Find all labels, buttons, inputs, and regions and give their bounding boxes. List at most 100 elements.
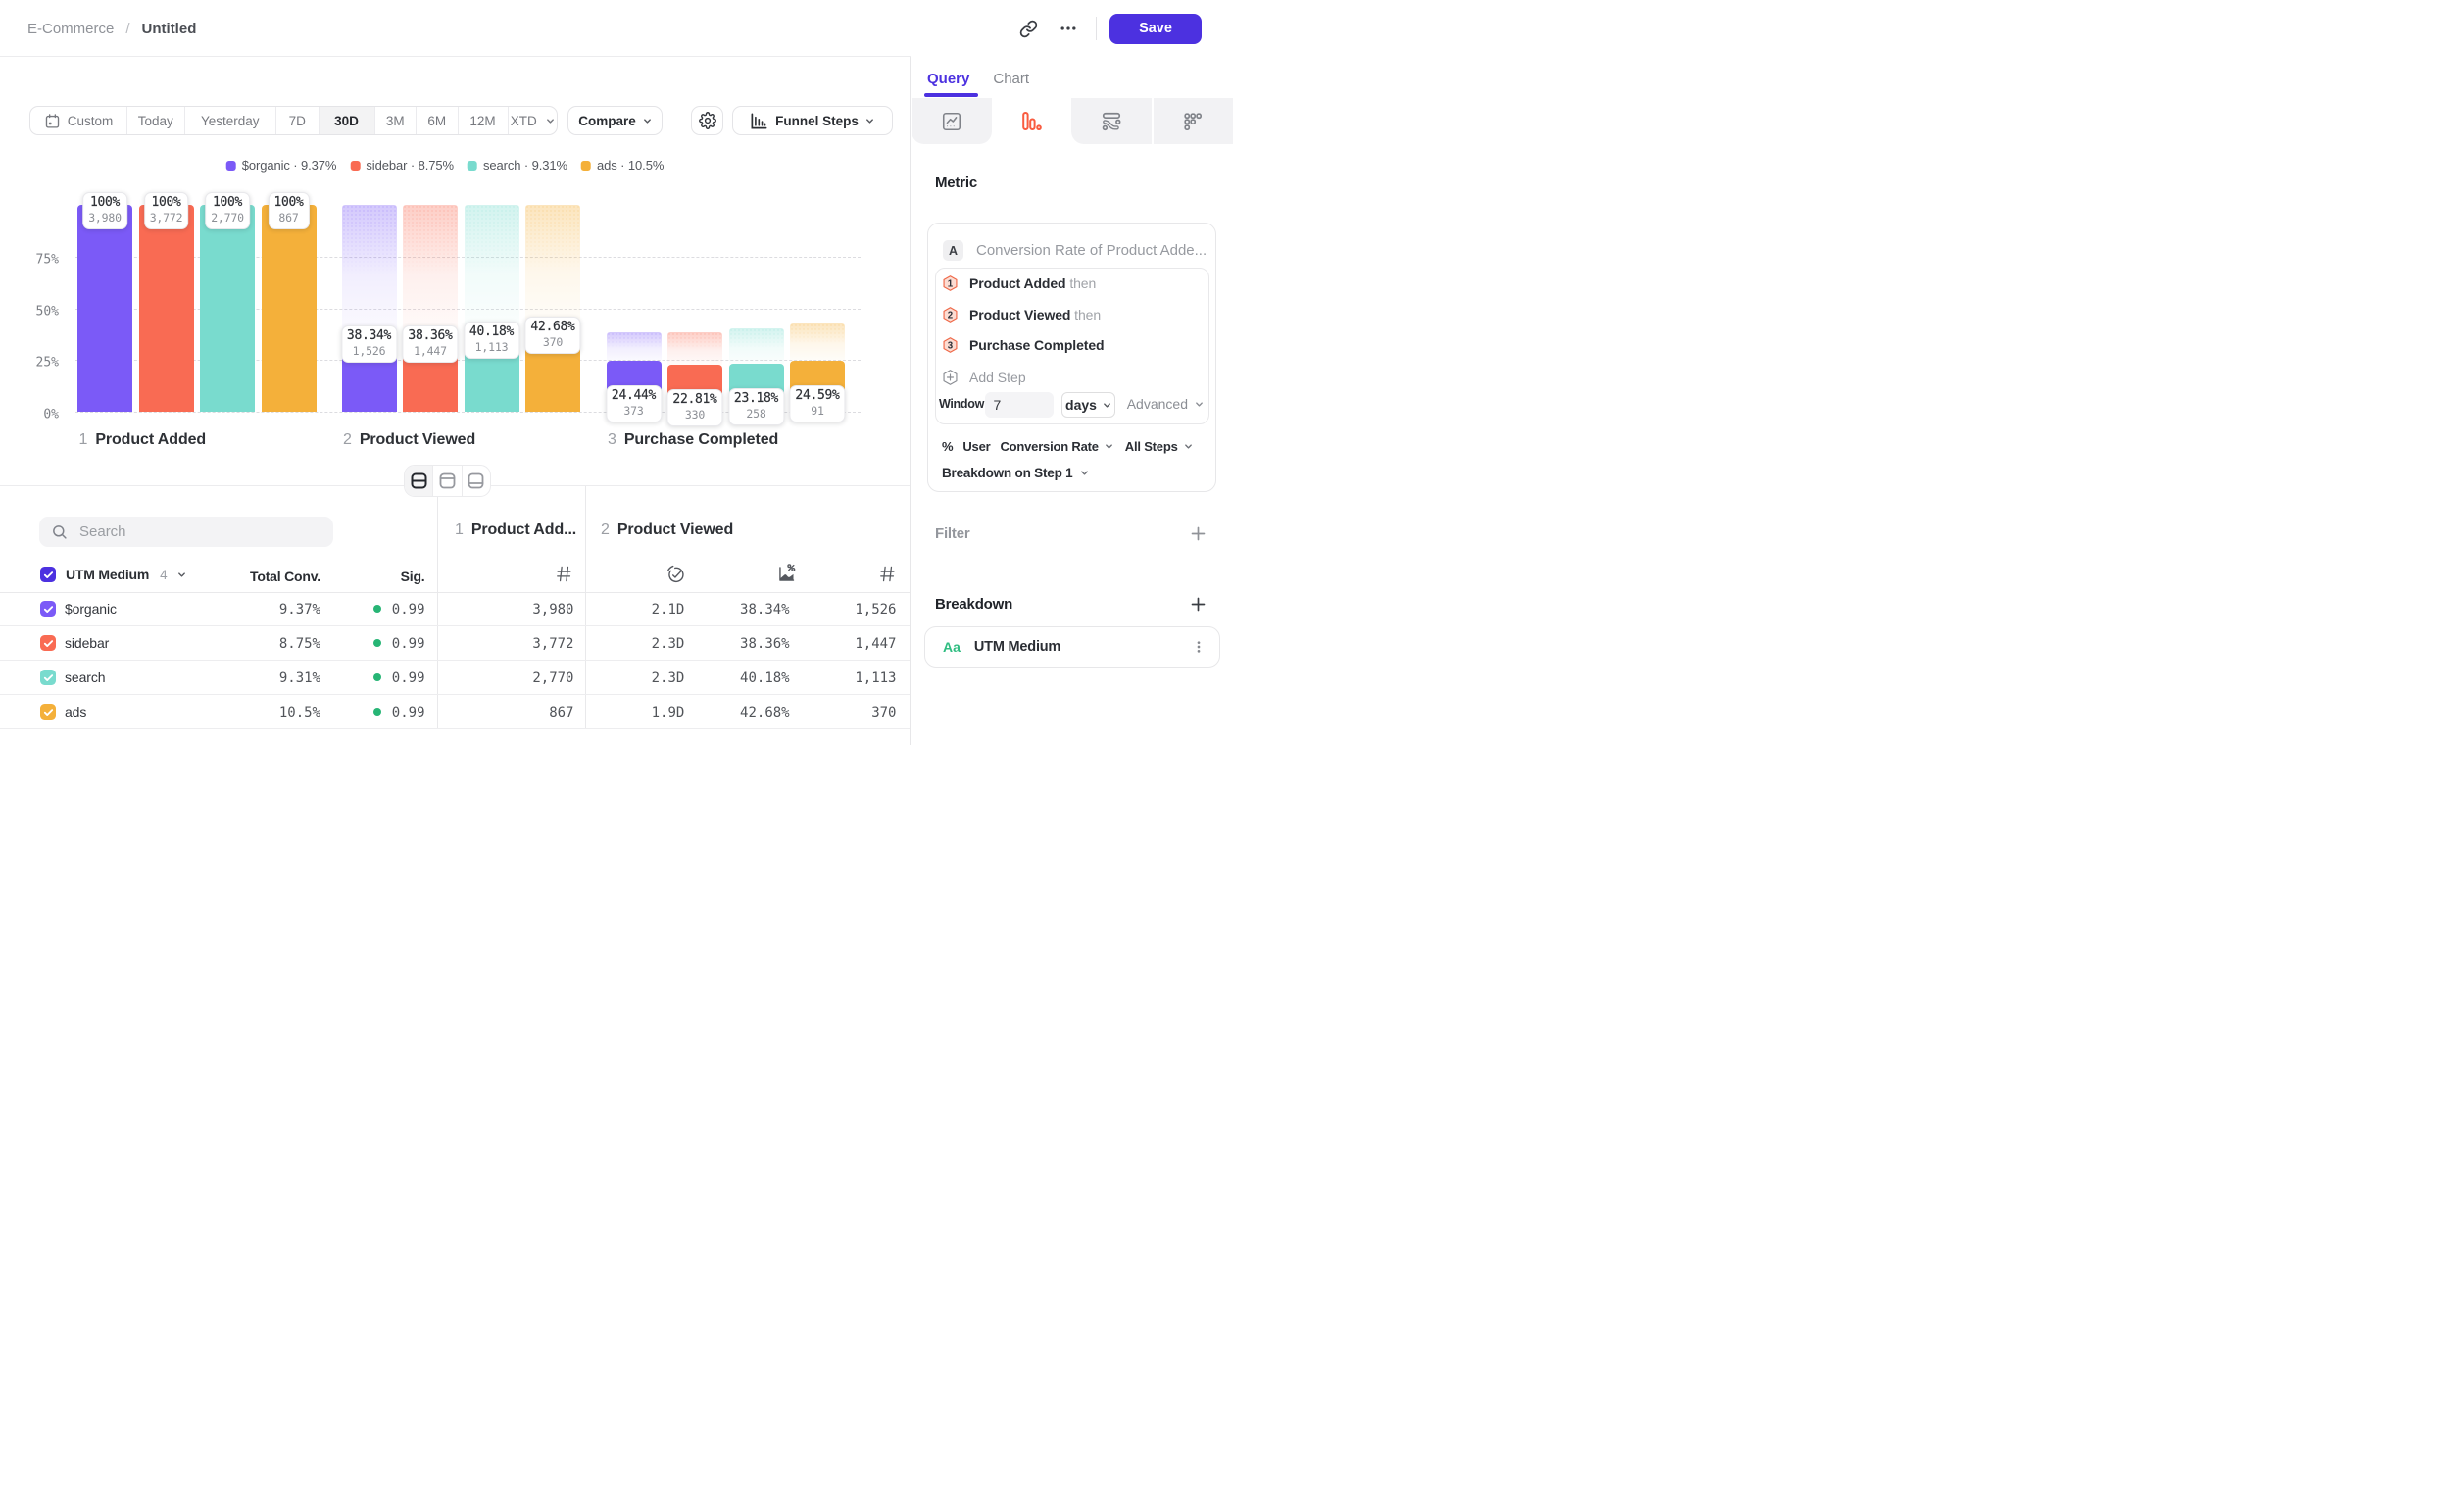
dropoff-bar[interactable] xyxy=(403,205,458,332)
tab-retention[interactable] xyxy=(1152,98,1234,144)
cell-step1-count: 3,772 xyxy=(532,636,573,652)
dropoff-texture xyxy=(790,323,845,344)
copy-link-button[interactable] xyxy=(1013,14,1043,43)
more-menu-button[interactable] xyxy=(1054,14,1083,43)
select-all-checkbox[interactable] xyxy=(40,567,56,582)
measure-row: % User Conversion Rate All Steps xyxy=(942,439,1193,454)
breakdown-on-step-row[interactable]: Breakdown on Step 1 xyxy=(942,466,1089,480)
funnel-bar-ads-step1[interactable] xyxy=(262,205,317,412)
cell-step2-count: 370 xyxy=(871,705,896,720)
cell-sig: 0.99 xyxy=(373,636,425,652)
bar-pct-label: 24.44% xyxy=(612,388,656,404)
dropoff-bar[interactable] xyxy=(525,205,580,323)
count-column-icon[interactable] xyxy=(878,565,897,583)
report-canvas: CustomTodayYesterday7D30D3M6M12MXTD Comp… xyxy=(0,57,910,745)
chevron-down-icon[interactable] xyxy=(177,571,186,579)
add-step-button[interactable]: Add Step xyxy=(943,370,1026,385)
count-column-icon[interactable] xyxy=(555,565,573,583)
tab-funnels[interactable] xyxy=(992,98,1072,144)
funnel-bar-$organic-step1[interactable] xyxy=(77,205,132,412)
measure-type[interactable]: % xyxy=(942,439,953,454)
tab-insights[interactable] xyxy=(912,98,992,144)
metric-title-row[interactable]: A Conversion Rate of Product Adde... xyxy=(943,240,1207,261)
total-conv-header[interactable]: Total Conv. xyxy=(250,569,320,584)
query-step-3[interactable]: 3Purchase Completed xyxy=(943,337,1104,353)
cell-total-conv: 8.75% xyxy=(279,636,320,652)
breakdown-property-card[interactable]: Aa UTM Medium xyxy=(924,626,1220,668)
legend-item[interactable]: search · 9.31% xyxy=(468,158,567,173)
row-checkbox[interactable] xyxy=(40,670,56,685)
measure-metric-dropdown[interactable]: Conversion Rate xyxy=(1000,439,1098,454)
breakdown-property-name: UTM Medium xyxy=(974,639,1060,655)
legend-item[interactable]: $organic · 9.37% xyxy=(226,158,337,173)
step-name[interactable]: Purchase Completed xyxy=(624,431,778,449)
conversion-window-row: Window 7 days Advanced xyxy=(939,392,1204,418)
row-checkbox[interactable] xyxy=(40,601,56,617)
y-axis-tick: 25% xyxy=(0,356,59,371)
avg-time-column-icon[interactable] xyxy=(665,564,686,584)
table-row-ads[interactable]: ads10.5%0.998671.9D42.68%370 xyxy=(0,695,910,729)
conv-rate-column-icon[interactable] xyxy=(776,564,797,584)
bar-pct-label: 23.18% xyxy=(734,391,778,407)
query-step-1[interactable]: 1Product Added then xyxy=(943,275,1096,291)
dropoff-bar[interactable] xyxy=(790,323,845,361)
row-name: $organic xyxy=(65,601,117,617)
add-breakdown-button[interactable] xyxy=(1191,597,1206,612)
table-row-sidebar[interactable]: sidebar8.75%0.993,7722.3D38.36%1,447 xyxy=(0,626,910,661)
tab-flows[interactable] xyxy=(1071,98,1152,144)
step-event-name: Purchase Completed xyxy=(969,337,1104,353)
split-horizontal-icon xyxy=(411,472,427,489)
row-checkbox[interactable] xyxy=(40,704,56,720)
dropoff-bar[interactable] xyxy=(729,328,784,364)
tab-chart[interactable]: Chart xyxy=(993,71,1029,97)
group-by-label[interactable]: UTM Medium xyxy=(66,567,149,582)
layout-toggle-panel-top[interactable] xyxy=(433,466,462,496)
table-search-input[interactable]: Search xyxy=(39,517,333,547)
chevron-down-icon xyxy=(1105,442,1113,451)
table-row-organic[interactable]: $organic9.37%0.993,9802.1D38.34%1,526 xyxy=(0,592,910,626)
legend-item[interactable]: ads · 10.5% xyxy=(581,158,664,173)
legend-label: sidebar · 8.75% xyxy=(366,158,454,173)
breadcrumb-board[interactable]: E-Commerce xyxy=(27,21,114,37)
table-row-search[interactable]: search9.31%0.992,7702.3D40.18%1,113 xyxy=(0,661,910,695)
dropoff-bar[interactable] xyxy=(465,205,519,328)
layout-toggle-panel-bottom[interactable] xyxy=(463,466,490,496)
cell-conv-rate: 42.68% xyxy=(740,705,790,720)
step-name[interactable]: Product Viewed xyxy=(360,431,475,449)
sig-header[interactable]: Sig. xyxy=(401,569,425,584)
breakdown-table: Search 1 Product Add... 2 Product Viewed… xyxy=(0,486,910,745)
panel-tabs: Query Chart xyxy=(927,71,1029,97)
flows-icon xyxy=(1101,111,1122,132)
y-axis-tick: 50% xyxy=(0,304,59,319)
search-placeholder: Search xyxy=(79,523,126,540)
advanced-toggle[interactable]: Advanced xyxy=(1127,396,1204,412)
y-axis-tick: 0% xyxy=(0,408,59,422)
breadcrumb-report-title[interactable]: Untitled xyxy=(142,21,197,37)
query-step-2[interactable]: 2Product Viewed then xyxy=(943,307,1101,323)
kebab-menu-icon[interactable] xyxy=(1191,639,1207,655)
group-count: 4 xyxy=(160,568,168,582)
measure-scope-dropdown[interactable]: All Steps xyxy=(1125,439,1178,454)
save-button[interactable]: Save xyxy=(1109,14,1202,44)
bar-value-box: 22.81%330 xyxy=(666,389,722,426)
window-value-input[interactable]: 7 xyxy=(985,392,1054,418)
funnel-bar-sidebar-step1[interactable] xyxy=(139,205,194,412)
legend-item[interactable]: sidebar · 8.75% xyxy=(350,158,454,173)
x-axis-step-label: 2Product Viewed xyxy=(343,431,475,449)
layout-toggle-split-horizontal[interactable] xyxy=(405,466,433,496)
dropoff-bar[interactable] xyxy=(342,205,397,332)
tab-query[interactable]: Query xyxy=(927,71,969,97)
step-hexagon-badge: 1 xyxy=(943,275,958,291)
dropoff-bar[interactable] xyxy=(607,332,662,361)
funnel-bar-search-step1[interactable] xyxy=(200,205,255,412)
window-unit-select[interactable]: days xyxy=(1061,392,1115,418)
cell-total-conv: 9.37% xyxy=(279,602,320,618)
bar-value-box: 38.34%1,526 xyxy=(341,325,397,363)
step-name[interactable]: Product Added xyxy=(95,431,206,449)
dropoff-bar[interactable] xyxy=(667,332,722,365)
row-checkbox[interactable] xyxy=(40,635,56,651)
bar-count-label: 370 xyxy=(530,335,574,350)
measure-entity[interactable]: User xyxy=(962,439,990,454)
header-divider xyxy=(1096,17,1097,40)
add-filter-button[interactable] xyxy=(1191,526,1206,541)
